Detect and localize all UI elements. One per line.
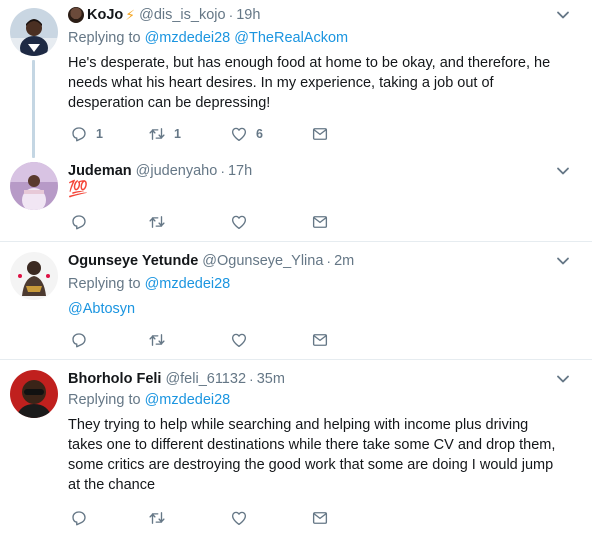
like-count: 6: [256, 127, 263, 141]
tweet-header: Bhorholo Feli @feli_61132 · 35m: [68, 371, 285, 387]
chevron-down-icon[interactable]: [556, 8, 570, 22]
tweet-header: Judeman @judenyaho · 17h: [68, 163, 253, 179]
reply-icon: [72, 127, 86, 142]
tweet-text[interactable]: @Abtosyn: [68, 299, 558, 319]
username[interactable]: @judenyaho: [136, 163, 218, 179]
direct-message-button[interactable]: [311, 508, 329, 528]
tweet-text: They trying to help while searching and …: [68, 417, 556, 493]
reply-icon: [72, 511, 86, 526]
tweet-header: KoJo ⚡ @dis_is_kojo · 19h: [68, 5, 260, 25]
like-button[interactable]: 6: [230, 124, 263, 144]
heart-icon: [231, 333, 247, 348]
mention-link[interactable]: @TheRealAckom: [234, 30, 348, 46]
username[interactable]: @feli_61132: [165, 371, 246, 387]
replying-to: Replying to @mzdedei28: [68, 276, 231, 292]
mention-link[interactable]: @mzdedei28: [145, 276, 231, 292]
display-name[interactable]: Bhorholo Feli: [68, 371, 161, 387]
retweet-button[interactable]: 1: [148, 124, 181, 144]
timestamp[interactable]: 35m: [257, 371, 285, 387]
like-button[interactable]: [230, 508, 248, 528]
display-name[interactable]: Ogunseye Yetunde: [68, 253, 198, 269]
tweet-judeman[interactable]: Judeman @judenyaho · 17h 💯: [0, 152, 592, 241]
retweet-button[interactable]: [148, 212, 166, 232]
tweet-ogunseye[interactable]: Ogunseye Yetunde @Ogunseye_Ylina · 2m Re…: [0, 242, 592, 359]
direct-message-button[interactable]: [311, 124, 329, 144]
tweet-header: Ogunseye Yetunde @Ogunseye_Ylina · 2m: [68, 253, 355, 269]
tweet-text: 💯: [68, 181, 88, 198]
direct-message-icon: [312, 334, 328, 346]
username[interactable]: @dis_is_kojo: [139, 7, 225, 23]
reply-button[interactable]: [70, 330, 88, 350]
tweet-kojo[interactable]: KoJo ⚡ @dis_is_kojo · 19h Replying to @m…: [0, 0, 592, 158]
chevron-down-icon[interactable]: [556, 164, 570, 178]
like-button[interactable]: [230, 330, 248, 350]
avatar[interactable]: [10, 162, 58, 210]
avatar[interactable]: [10, 370, 58, 418]
reply-button[interactable]: [70, 212, 88, 232]
tweet-bhorholo[interactable]: Bhorholo Feli @feli_61132 · 35m Replying…: [0, 360, 592, 537]
heart-icon: [231, 511, 247, 526]
reply-count: 1: [96, 127, 103, 141]
retweet-button[interactable]: [148, 508, 166, 528]
chevron-down-icon[interactable]: [556, 372, 570, 386]
avatar[interactable]: [10, 8, 58, 56]
lightning-icon: ⚡: [125, 6, 136, 23]
tweet-text: He's desperate, but has enough food at h…: [68, 55, 551, 111]
reply-icon: [72, 333, 86, 348]
chevron-down-icon[interactable]: [556, 254, 570, 268]
retweet-icon: [149, 216, 165, 228]
reply-button[interactable]: [70, 508, 88, 528]
mention-link[interactable]: @mzdedei28: [145, 30, 231, 46]
heart-icon: [231, 215, 247, 230]
retweet-count: 1: [174, 127, 181, 141]
profile-emoji-icon: [68, 7, 84, 23]
retweet-icon: [149, 512, 165, 524]
direct-message-icon: [312, 216, 328, 228]
direct-message-icon: [312, 512, 328, 524]
thread-line: [32, 60, 35, 158]
reply-icon: [72, 215, 86, 230]
username[interactable]: @Ogunseye_Ylina: [202, 253, 323, 269]
timestamp[interactable]: 19h: [236, 7, 260, 23]
timestamp[interactable]: 17h: [228, 163, 252, 179]
replying-to: Replying to @mzdedei28 @TheRealAckom: [68, 30, 349, 46]
mention-link[interactable]: @mzdedei28: [145, 392, 231, 408]
direct-message-button[interactable]: [311, 212, 329, 232]
heart-icon: [231, 127, 247, 142]
retweet-icon: [149, 334, 165, 346]
like-button[interactable]: [230, 212, 248, 232]
direct-message-icon: [312, 128, 328, 140]
replying-to: Replying to @mzdedei28: [68, 392, 231, 408]
reply-button[interactable]: 1: [70, 124, 103, 144]
display-name[interactable]: Judeman: [68, 163, 132, 179]
retweet-icon: [149, 128, 165, 140]
display-name[interactable]: KoJo: [87, 7, 123, 23]
retweet-button[interactable]: [148, 330, 166, 350]
timestamp[interactable]: 2m: [334, 253, 354, 269]
direct-message-button[interactable]: [311, 330, 329, 350]
avatar[interactable]: [10, 252, 58, 300]
